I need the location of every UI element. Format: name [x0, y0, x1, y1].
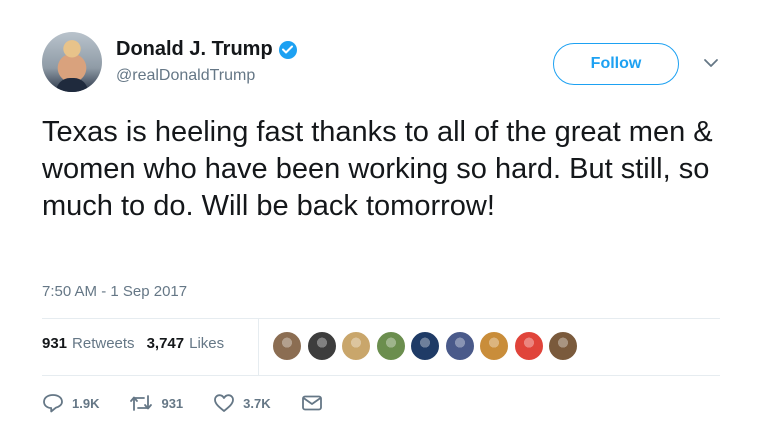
- verified-badge-icon: [278, 40, 297, 59]
- retweet-count: 931: [161, 395, 184, 411]
- chevron-down-icon[interactable]: [702, 56, 720, 70]
- liker-avatar[interactable]: [306, 331, 337, 361]
- liker-avatar[interactable]: [410, 331, 440, 361]
- reply-icon: [42, 393, 64, 413]
- reply-count: 1.9K: [72, 395, 100, 411]
- retweet-button[interactable]: 931: [129, 393, 183, 413]
- like-button[interactable]: 3.7K: [213, 393, 271, 413]
- like-count: 3.7K: [243, 395, 271, 411]
- likes-stat[interactable]: 3,747 Likes: [147, 335, 225, 352]
- envelope-icon: [301, 394, 323, 412]
- reply-button[interactable]: 1.9K: [42, 393, 99, 413]
- liker-avatar[interactable]: [341, 331, 371, 361]
- likers-avatar-row: [272, 331, 583, 361]
- liker-avatar[interactable]: [444, 331, 475, 361]
- tweet-actions: 1.9K 931 3.7K: [42, 393, 353, 413]
- liker-avatar[interactable]: [548, 331, 578, 361]
- tweet-card: Donald J. Trump @realDonaldTrump Follow …: [0, 0, 764, 432]
- liker-avatar[interactable]: [272, 331, 302, 361]
- likes-label: Likes: [189, 335, 225, 352]
- tweet-stats: 931 Retweets 3,747 Likes: [42, 335, 236, 352]
- divider: [42, 318, 720, 319]
- tweet-text: Texas is heeling fast thanks to all of t…: [42, 116, 713, 222]
- retweet-icon: [129, 393, 153, 413]
- tweet-timestamp[interactable]: 7:50 AM - 1 Sep 2017: [42, 283, 187, 300]
- direct-message-button[interactable]: [301, 394, 323, 412]
- user-handle[interactable]: @realDonaldTrump: [116, 67, 255, 85]
- stats-divider: [258, 318, 259, 375]
- heart-icon: [213, 393, 235, 413]
- liker-avatar[interactable]: [479, 331, 509, 361]
- avatar[interactable]: [42, 32, 102, 92]
- follow-button[interactable]: Follow: [553, 43, 679, 85]
- user-name-row: Donald J. Trump: [116, 38, 297, 61]
- likes-count: 3,747: [146, 335, 185, 352]
- retweets-count: 931: [42, 335, 68, 352]
- retweets-label: Retweets: [72, 335, 135, 352]
- liker-avatar[interactable]: [375, 331, 406, 361]
- display-name[interactable]: Donald J. Trump: [116, 38, 273, 61]
- liker-avatar[interactable]: [513, 331, 544, 361]
- divider: [42, 375, 720, 376]
- retweets-stat[interactable]: 931 Retweets: [42, 335, 135, 352]
